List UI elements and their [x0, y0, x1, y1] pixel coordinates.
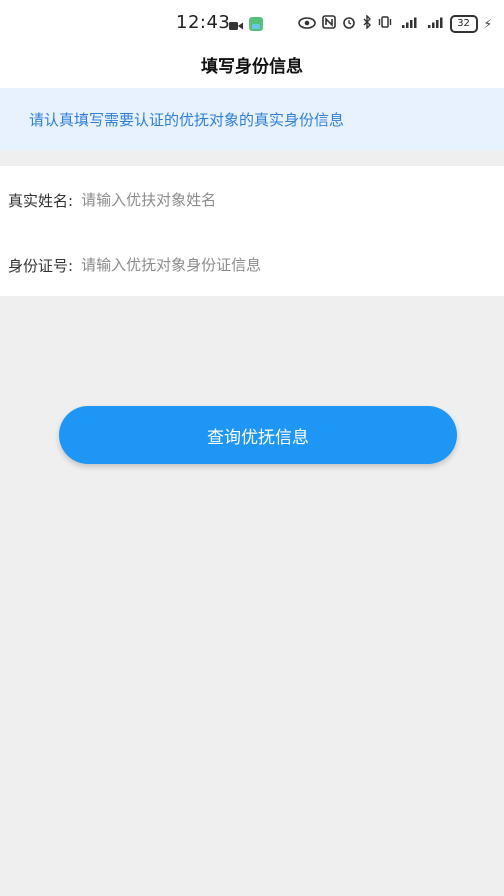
id-row: 身份证号: — [0, 241, 504, 289]
status-time: 12:43 — [176, 12, 231, 33]
signal-5g-icon — [398, 14, 418, 33]
signal-4g-icon — [424, 14, 444, 33]
nfc-icon — [321, 14, 336, 33]
battery-icon: 32 — [449, 14, 478, 33]
bluetooth-icon — [362, 14, 372, 33]
eye-icon — [297, 14, 316, 33]
alarm-icon — [342, 14, 356, 33]
query-button[interactable]: 查询优抚信息 — [59, 406, 457, 464]
notice-text: 请认真填写需要认证的优抚对象的真实身份信息 — [29, 110, 345, 129]
vibrate-icon — [378, 14, 392, 33]
charging-icon: ⚡ — [483, 16, 492, 31]
app-icon — [248, 16, 264, 36]
name-row: 真实姓名: — [0, 176, 504, 224]
id-number-input[interactable] — [81, 256, 442, 274]
video-icon — [228, 17, 244, 36]
name-input[interactable] — [81, 191, 442, 209]
page-header: 填写身份信息 — [0, 40, 504, 88]
id-label: 身份证号: — [8, 256, 74, 275]
notice-banner: 请认真填写需要认证的优抚对象的真实身份信息 — [0, 88, 504, 150]
page-title: 填写身份信息 — [201, 56, 303, 77]
name-label: 真实姓名: — [8, 191, 74, 210]
identity-form: 真实姓名: 身份证号: — [0, 166, 504, 296]
